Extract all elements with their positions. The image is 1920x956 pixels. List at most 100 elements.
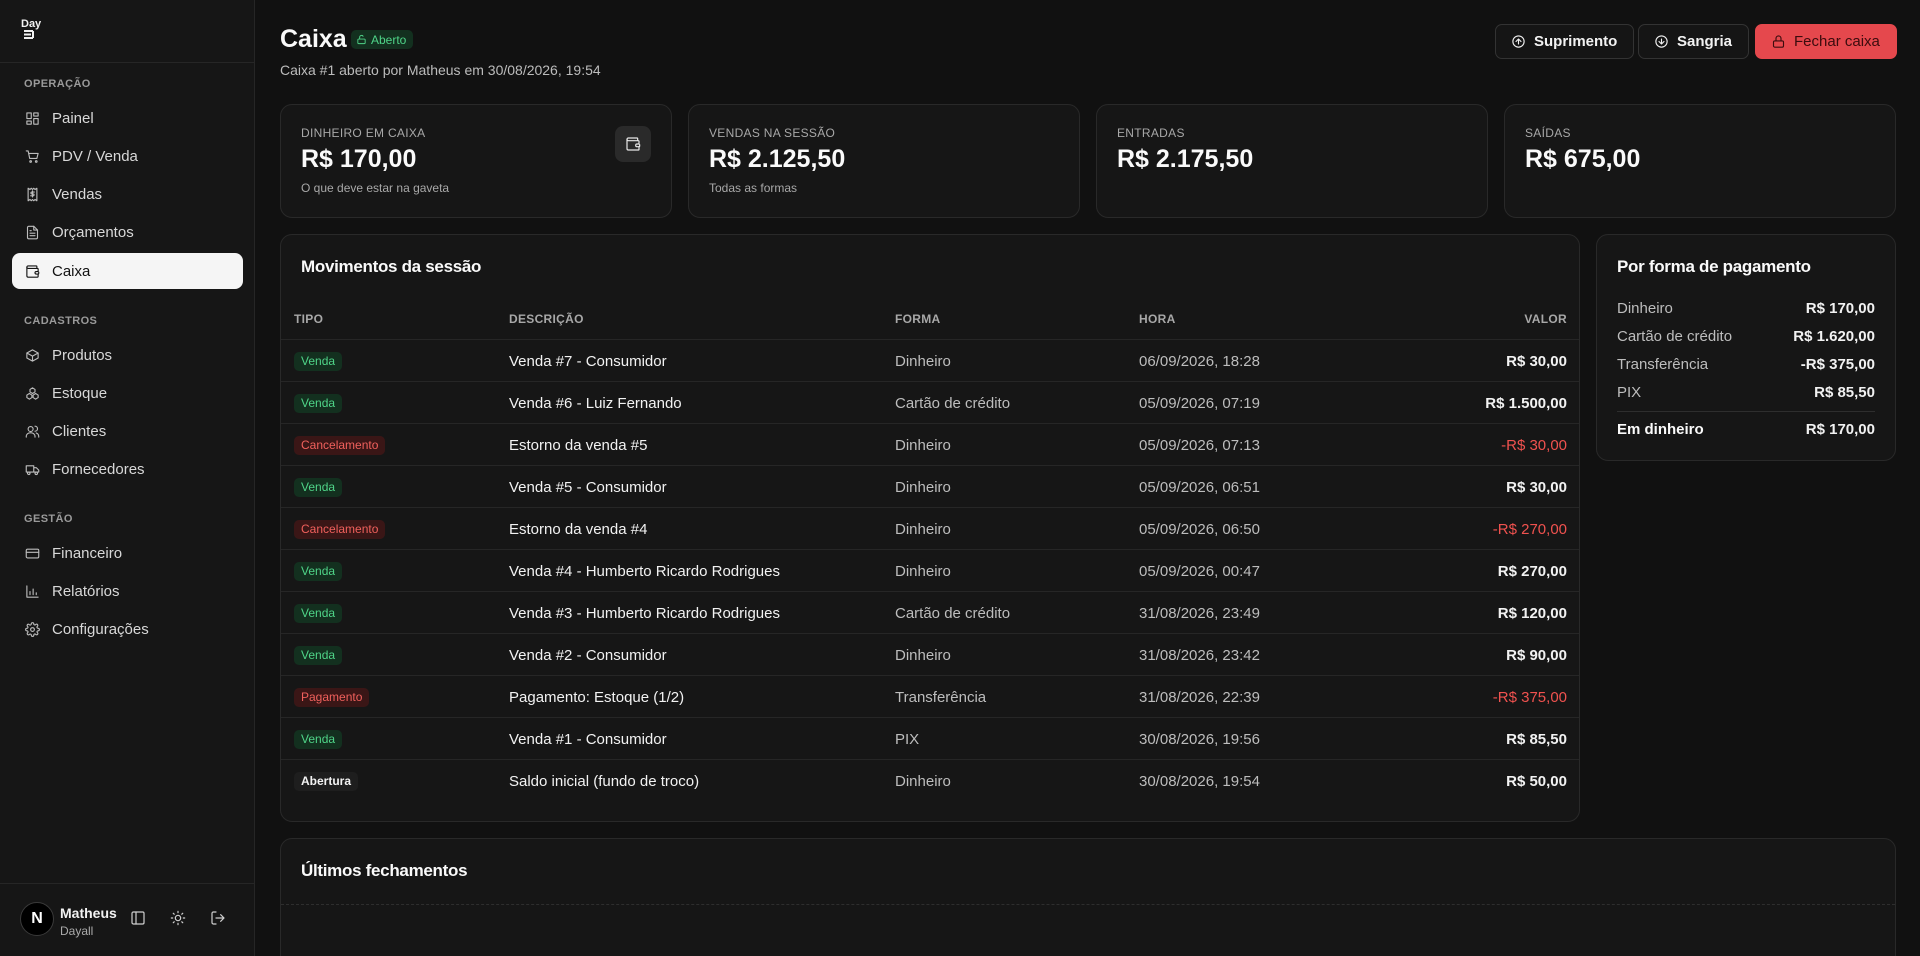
row-payment-method: Dinheiro	[895, 562, 951, 580]
last-closings-title: Últimos fechamentos	[301, 861, 468, 880]
payment-row: Transferência -R$ 375,00	[1617, 356, 1875, 373]
stat-label: SAÍDAS	[1525, 126, 1571, 140]
user-menu: N Matheus Dayall	[0, 883, 255, 956]
arrow-up-circle-icon	[1512, 35, 1525, 48]
movements-panel: Movimentos da sessão TIPO DESCRIÇÃO FORM…	[280, 234, 1580, 822]
row-type-cell: Cancelamento	[294, 508, 386, 550]
row-time: 06/09/2026, 18:28	[1139, 352, 1260, 370]
row-description: Venda #7 - Consumidor	[509, 352, 667, 370]
type-badge: Venda	[294, 603, 343, 623]
sidebar-item-clientes[interactable]: Clientes	[12, 413, 243, 449]
sidebar-item-vendas[interactable]: Vendas	[12, 176, 243, 212]
sidebar-item-produtos[interactable]: Produtos	[12, 337, 243, 373]
type-badge: Cancelamento	[294, 519, 386, 539]
suprimento-label: Suprimento	[1534, 33, 1618, 50]
boxes-icon	[26, 386, 39, 400]
table-row[interactable]: Cancelamento Estorno da venda #4 Dinheiro 0…	[281, 507, 1579, 549]
page-subtitle: Caixa #1 aberto por Matheus em 30/08/202…	[280, 62, 601, 78]
row-time: 30/08/2026, 19:56	[1139, 730, 1260, 748]
row-type-cell: Venda	[294, 718, 343, 760]
package-icon	[26, 348, 39, 362]
page-title: Caixa	[280, 25, 347, 53]
status-badge-label: Aberto	[371, 32, 407, 47]
table-row[interactable]: Venda Venda #7 - Consumidor Dinheiro 06/09/…	[281, 339, 1579, 381]
type-badge: Pagamento	[294, 687, 370, 707]
sidebar-item-relatorios[interactable]: Relatórios	[12, 573, 243, 609]
stat-hint: Todas as formas	[709, 181, 798, 195]
stat-value: R$ 675,00	[1525, 145, 1641, 173]
cart-icon	[25, 149, 39, 163]
row-description: Venda #5 - Consumidor	[509, 478, 667, 496]
row-time: 30/08/2026, 19:54	[1139, 772, 1260, 790]
sun-icon	[170, 910, 186, 926]
sidebar-item-label: Relatórios	[52, 582, 120, 600]
table-row[interactable]: Venda Venda #2 - Consumidor Dinheiro 31/08/…	[281, 633, 1579, 675]
unlock-icon	[357, 34, 366, 45]
sidebar-item-estoque[interactable]: Estoque	[12, 375, 243, 411]
app-logo[interactable]: Day	[21, 16, 47, 42]
sidebar-item-orcamentos[interactable]: Orçamentos	[12, 214, 243, 250]
sidebar-item-configuracoes[interactable]: Configurações	[12, 611, 243, 647]
logout-button[interactable]	[210, 910, 228, 928]
toggle-sidebar-button[interactable]	[130, 910, 148, 928]
row-type-cell: Venda	[294, 592, 343, 634]
table-row[interactable]: Venda Venda #1 - Consumidor PIX 30/08/2026,…	[281, 717, 1579, 759]
type-badge: Venda	[294, 393, 343, 413]
logout-icon	[211, 911, 225, 925]
row-time: 05/09/2026, 00:47	[1139, 562, 1260, 580]
arrow-down-circle-icon	[1655, 35, 1668, 48]
payment-row: Dinheiro R$ 170,00	[1617, 300, 1875, 317]
wallet-icon	[26, 264, 40, 278]
row-description: Venda #3 - Humberto Ricardo Rodrigues	[509, 604, 780, 622]
row-value: R$ 120,00	[1497, 604, 1567, 622]
payment-methods-panel: Por forma de pagamento Dinheiro R$ 170,0…	[1596, 234, 1896, 461]
column-header-forma: FORMA	[895, 312, 941, 326]
row-value: -R$ 270,00	[1492, 520, 1567, 538]
sidebar-item-fornecedores[interactable]: Fornecedores	[12, 451, 243, 487]
sidebar-item-label: Vendas	[52, 185, 103, 203]
sidebar-item-painel[interactable]: Painel	[12, 100, 243, 136]
table-row[interactable]: Venda Venda #6 - Luiz Fernando Cartão de c…	[281, 381, 1579, 423]
row-payment-method: Dinheiro	[895, 478, 951, 496]
payment-label: Transferência	[1617, 356, 1709, 373]
fechar-caixa-button[interactable]: Fechar caixa	[1755, 24, 1897, 59]
logo-text: Day	[21, 18, 42, 30]
dashboard-icon	[26, 111, 39, 125]
row-type-cell: Pagamento	[294, 676, 370, 718]
row-payment-method: Cartão de crédito	[895, 604, 1011, 622]
sidebar: Day OPERAÇÃO Painel PDV / Venda Vendas O…	[0, 0, 255, 956]
row-value: R$ 50,00	[1506, 772, 1567, 790]
table-row[interactable]: Abertura Saldo inicial (fundo de troco) Di…	[281, 759, 1579, 801]
table-row[interactable]: Cancelamento Estorno da venda #5 Dinheiro 0…	[281, 423, 1579, 465]
row-value: R$ 85,50	[1506, 730, 1567, 748]
type-badge: Venda	[294, 645, 343, 665]
movements-title: Movimentos da sessão	[301, 257, 482, 276]
sidebar-item-pdv[interactable]: PDV / Venda	[12, 138, 243, 174]
sidebar-toggle-icon	[131, 911, 145, 925]
table-row[interactable]: Pagamento Pagamento: Estoque (1/2) Transfe…	[281, 675, 1579, 717]
sidebar-item-label: Financeiro	[52, 544, 123, 562]
payment-label: PIX	[1617, 384, 1642, 401]
status-badge: Aberto	[351, 30, 414, 49]
avatar[interactable]: N	[20, 902, 54, 936]
payment-row: Cartão de crédito R$ 1.620,00	[1617, 328, 1875, 345]
table-row[interactable]: Venda Venda #3 - Humberto Ricardo Rodrigu…	[281, 591, 1579, 633]
sidebar-item-financeiro[interactable]: Financeiro	[12, 535, 243, 571]
gear-icon	[25, 621, 40, 637]
nav-section-operacao: OPERAÇÃO	[24, 78, 91, 90]
row-type-cell: Venda	[294, 340, 343, 382]
sidebar-item-label: Orçamentos	[52, 223, 134, 241]
row-description: Venda #1 - Consumidor	[509, 730, 667, 748]
stat-label: ENTRADAS	[1117, 126, 1185, 140]
theme-toggle-button[interactable]	[170, 910, 188, 928]
user-org: Dayall	[60, 924, 94, 938]
type-badge: Cancelamento	[294, 435, 386, 455]
document-icon	[26, 225, 39, 239]
table-row[interactable]: Venda Venda #5 - Consumidor Dinheiro 05/09/…	[281, 465, 1579, 507]
row-type-cell: Venda	[294, 382, 343, 424]
sangria-button[interactable]: Sangria	[1638, 24, 1750, 59]
row-payment-method: Dinheiro	[895, 772, 951, 790]
sidebar-item-caixa[interactable]: Caixa	[12, 253, 243, 289]
suprimento-button[interactable]: Suprimento	[1495, 24, 1635, 59]
table-row[interactable]: Venda Venda #4 - Humberto Ricardo Rodrigu…	[281, 549, 1579, 591]
